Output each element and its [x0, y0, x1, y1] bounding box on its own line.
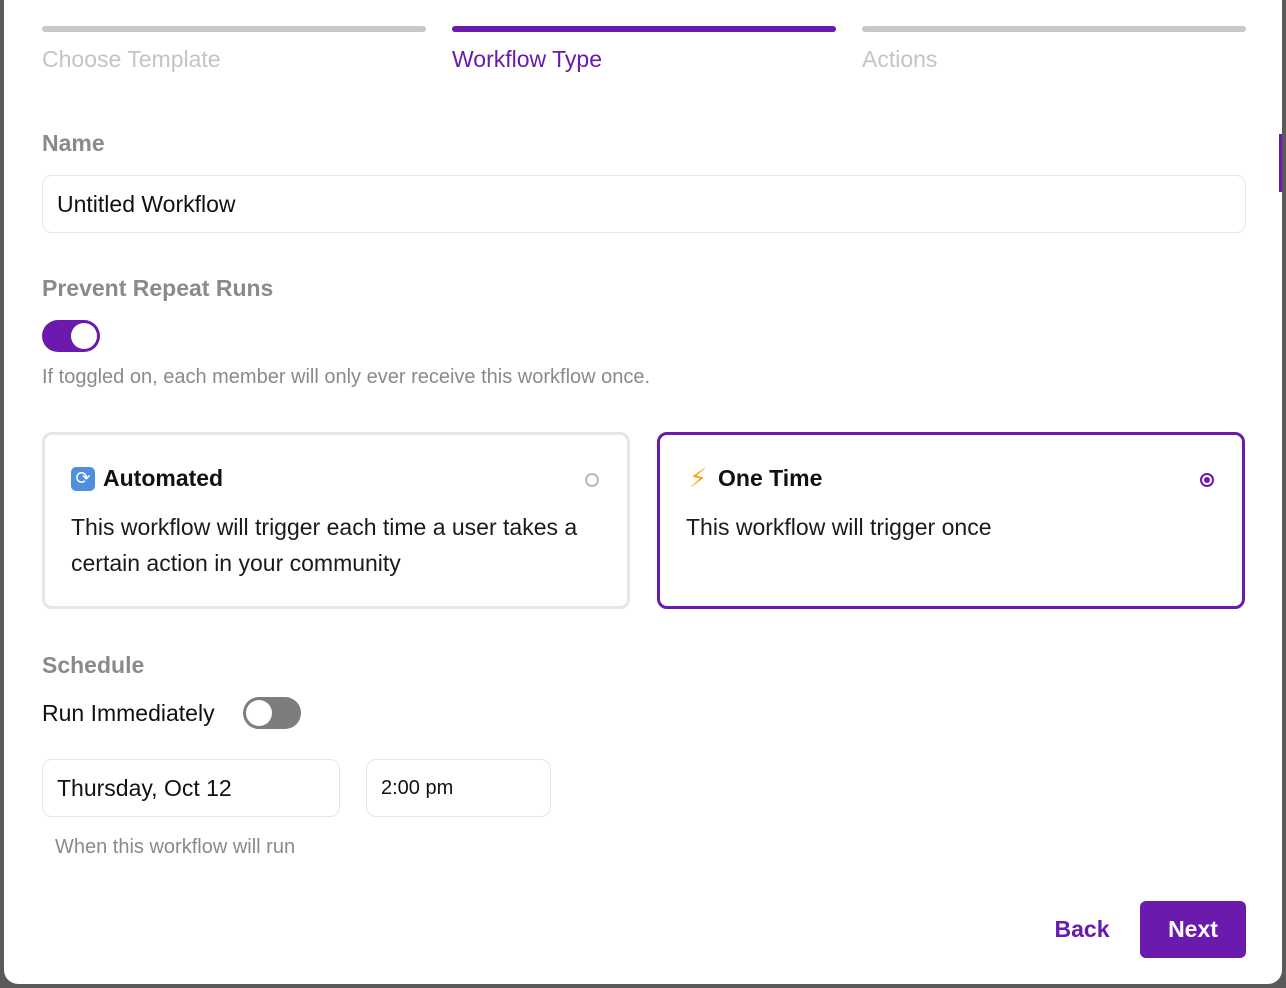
repeat-icon: ⟳	[71, 466, 95, 491]
step-progress-bar	[452, 26, 836, 32]
prevent-repeat-hint: If toggled on, each member will only eve…	[42, 366, 651, 388]
workflow-name-input[interactable]	[42, 175, 1246, 233]
card-header: ⟳ Automated	[71, 465, 223, 492]
step-choose-template[interactable]: Choose Template	[42, 26, 426, 73]
name-label: Name	[42, 130, 105, 156]
card-title: Automated	[103, 465, 224, 491]
scrollbar-accent	[1279, 134, 1282, 192]
step-workflow-type[interactable]: Workflow Type	[452, 26, 836, 73]
time-value: 2:00 pm	[381, 776, 454, 799]
step-label: Workflow Type	[452, 46, 602, 72]
toggle-knob	[246, 700, 272, 726]
date-value: Thursday, Oct 12	[57, 774, 232, 801]
back-button[interactable]: Back	[1024, 901, 1140, 958]
workflow-modal: Choose Template Workflow Type Actions Na…	[4, 0, 1282, 984]
date-picker[interactable]: Thursday, Oct 12	[42, 759, 340, 817]
step-progress-bar	[42, 26, 426, 32]
schedule-label: Schedule	[42, 652, 145, 678]
prevent-repeat-toggle[interactable]	[42, 320, 100, 352]
lightning-icon: ⚡	[688, 463, 708, 493]
prevent-repeat-label: Prevent Repeat Runs	[42, 275, 274, 301]
next-button[interactable]: Next	[1140, 901, 1246, 958]
step-label: Actions	[862, 46, 938, 72]
run-immediately-label: Run Immediately	[42, 700, 215, 726]
time-picker[interactable]: 2:00 pm	[366, 759, 551, 817]
card-header: ⚡ One Time	[686, 463, 823, 493]
step-label: Choose Template	[42, 46, 221, 72]
run-immediately-toggle[interactable]	[243, 697, 301, 729]
step-progress-bar	[862, 26, 1246, 32]
stepper: Choose Template Workflow Type Actions	[42, 26, 1246, 73]
card-description: This workflow will trigger each time a u…	[71, 514, 578, 576]
automated-radio[interactable]	[585, 473, 599, 487]
schedule-helper-text: When this workflow will run	[55, 836, 296, 858]
one-time-radio[interactable]	[1200, 473, 1214, 487]
step-actions[interactable]: Actions	[862, 26, 1246, 73]
card-description: This workflow will trigger once	[686, 514, 992, 540]
workflow-type-one-time-card[interactable]: ⚡ One Time This workflow will trigger on…	[657, 432, 1245, 609]
workflow-type-automated-card[interactable]: ⟳ Automated This workflow will trigger e…	[42, 432, 630, 609]
toggle-knob	[71, 323, 97, 349]
card-title: One Time	[718, 465, 823, 491]
